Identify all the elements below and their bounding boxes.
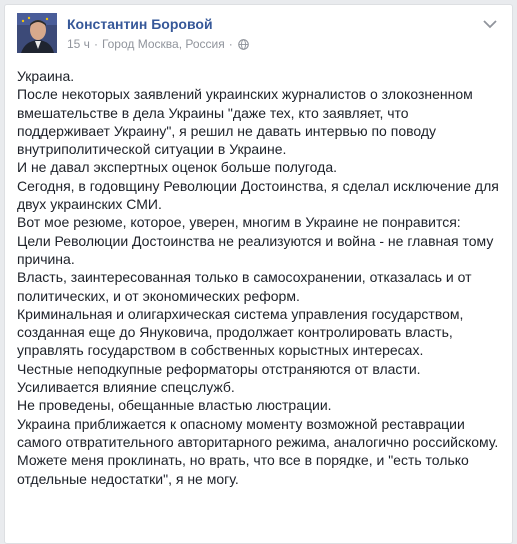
post-header: Константин Боровой 15 ч · Город Москва, …	[17, 13, 500, 57]
post-body-text: Украина. После некоторых заявлений украи…	[17, 68, 499, 487]
globe-icon[interactable]	[237, 38, 249, 50]
post-time[interactable]: 15 ч	[67, 37, 90, 51]
avatar[interactable]	[17, 13, 57, 53]
chevron-down-icon[interactable]	[482, 17, 498, 29]
meta-separator: ·	[228, 37, 233, 51]
post-card: Константин Боровой 15 ч · Город Москва, …	[4, 4, 513, 544]
meta-separator: ·	[93, 37, 98, 51]
post-meta: 15 ч · Город Москва, Россия ·	[67, 37, 249, 51]
author-name[interactable]: Константин Боровой	[67, 16, 213, 32]
post-location[interactable]: Город Москва, Россия	[102, 37, 225, 51]
